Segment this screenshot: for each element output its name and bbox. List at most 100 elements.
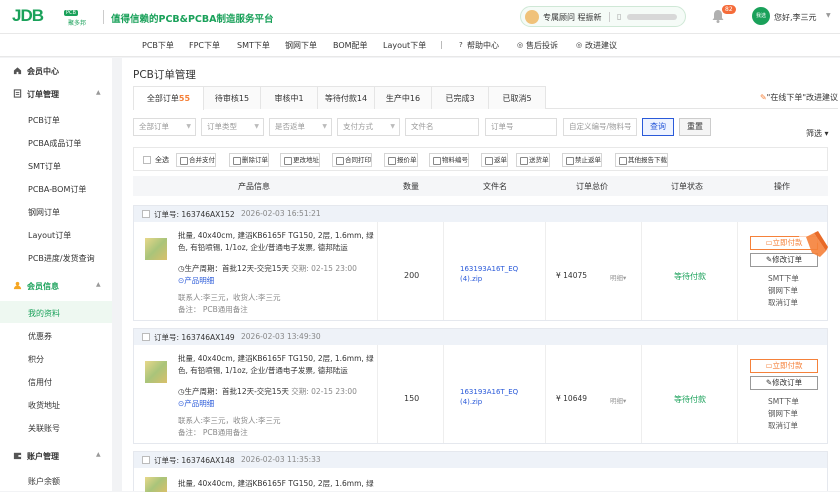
tab-cancelled[interactable]: 已取消5 xyxy=(488,86,546,109)
material-no-button[interactable]: 物料编号 xyxy=(429,153,469,167)
sidebar: 会员中心 订单管理 ▲ PCB订单 PCBA成品订单 SMT订单 PCBA-BO… xyxy=(0,58,112,491)
tab-completed[interactable]: 已完成3 xyxy=(431,86,489,109)
select-all-checkbox[interactable] xyxy=(143,156,151,164)
nav-fpc-order[interactable]: FPC下单 xyxy=(189,40,220,51)
sidebar-item-credit[interactable]: 信用付 xyxy=(28,377,52,388)
nav-smt-order[interactable]: SMT下单 xyxy=(237,40,270,51)
nav-pcb-order[interactable]: PCB下单 xyxy=(142,40,174,51)
pay-now-button[interactable]: ▭立即付款 xyxy=(750,359,818,373)
custom-no-input[interactable]: 自定义编号/物料号 xyxy=(563,118,637,136)
sidebar-item-pcba-bom-order[interactable]: PCBA-BOM订单 xyxy=(28,184,86,195)
cancel-order-link[interactable]: 取消订单 xyxy=(768,420,798,431)
divider xyxy=(737,345,738,443)
sidebar-item-progress-query[interactable]: PCB进度/发货查询 xyxy=(28,253,95,264)
divider: | xyxy=(440,40,443,49)
filename-input[interactable]: 文件名 xyxy=(405,118,479,136)
order-no-input[interactable]: 订单号 xyxy=(485,118,557,136)
sidebar-item-address[interactable]: 收货地址 xyxy=(28,400,60,411)
order-checkbox[interactable] xyxy=(142,333,150,341)
smt-order-link[interactable]: SMT下单 xyxy=(768,396,799,407)
order-card: 订单号: 163746AX149 2026-02-03 13:49:30 批量,… xyxy=(133,328,828,444)
delivery-note-button[interactable]: 送货单 xyxy=(516,153,550,167)
chevron-down-icon: ▼ xyxy=(322,123,327,130)
change-address-button[interactable]: 更改地址 xyxy=(280,153,320,167)
col-quantity: 数量 xyxy=(403,182,419,191)
report-download-button[interactable]: 其他报告下载 xyxy=(615,153,668,167)
delete-order-button[interactable]: 删除订单 xyxy=(229,153,269,167)
avatar[interactable]: 我选 xyxy=(752,7,770,25)
advisor-pill[interactable]: 专属顾问 程振新 ▯ xyxy=(520,6,686,27)
product-spec: 批量, 40x40cm, 建滔KB6165F TG150, 2层, 1.6mm,… xyxy=(178,231,374,252)
select-all-label[interactable]: 全选 xyxy=(155,155,169,165)
tab-pending-review[interactable]: 待审核15 xyxy=(203,86,261,109)
filter-toggle[interactable]: 筛选 ▾ xyxy=(806,128,829,139)
merge-pay-button[interactable]: 合并支付 xyxy=(176,153,216,167)
stencil-order-link[interactable]: 钢网下单 xyxy=(768,408,798,419)
modify-order-button[interactable]: ✎修改订单 xyxy=(750,376,818,390)
quote-button[interactable]: 报价单 xyxy=(384,153,418,167)
sidebar-item-layout-order[interactable]: Layout订单 xyxy=(28,230,71,241)
service-icon: ◎ xyxy=(517,41,524,49)
nav-suggest[interactable]: 改进建议 xyxy=(585,40,617,51)
sidebar-item-coupon[interactable]: 优惠券 xyxy=(28,331,52,342)
payment-method-select[interactable]: 支付方式 ▼ xyxy=(337,118,400,136)
product-detail-link[interactable]: ⊙产品明细 xyxy=(178,398,214,409)
order-scope-select[interactable]: 全部订单 ▼ xyxy=(133,118,196,136)
order-type-select[interactable]: 订单类型 ▼ xyxy=(201,118,264,136)
order-note: 备注： PCB通用备注 xyxy=(178,305,248,314)
file-link[interactable]: 163193A16T_EQ (4).zip xyxy=(460,264,540,284)
sidebar-item-balance[interactable]: 账户余额 xyxy=(28,476,60,487)
reorder-button[interactable]: 返单 xyxy=(481,153,508,167)
order-checkbox[interactable] xyxy=(142,456,150,464)
forbid-reorder-button[interactable]: 禁止返单 xyxy=(562,153,602,167)
stencil-order-link[interactable]: 钢网下单 xyxy=(768,285,798,296)
reset-button[interactable]: 重置 xyxy=(679,118,711,136)
status-badge: 等待付款 xyxy=(674,272,706,281)
tab-all-orders[interactable]: 全部订单55 xyxy=(133,86,204,110)
order-tabs: 全部订单55 待审核15 审核中1 等待付款14 生产中16 已完成3 已取消5… xyxy=(133,86,838,110)
reorder-select[interactable]: 是否返单 ▼ xyxy=(269,118,332,136)
sidebar-member-center[interactable]: 会员中心 xyxy=(0,60,112,82)
col-filename: 文件名 xyxy=(483,182,507,191)
nav-stencil-order[interactable]: 钢网下单 xyxy=(285,40,317,51)
cancel-order-link[interactable]: 取消订单 xyxy=(768,297,798,308)
price-detail-toggle[interactable]: 明细▾ xyxy=(610,272,626,282)
improve-suggestion-link[interactable]: ✎"在线下单"改进建议 xyxy=(760,92,838,103)
sidebar-item-my-profile[interactable]: 我的资料 xyxy=(28,308,60,319)
chevron-down-icon[interactable]: ▼ xyxy=(826,12,831,19)
tab-awaiting-payment[interactable]: 等待付款14 xyxy=(317,86,375,109)
advisor-avatar xyxy=(525,10,539,24)
logo-cn: 聚多邦 xyxy=(68,20,87,27)
user-greeting[interactable]: 您好,李三元 xyxy=(774,12,817,23)
file-link[interactable]: 163193A16T_EQ (4).zip xyxy=(460,387,540,407)
logo[interactable]: JDB PCB 聚多邦 xyxy=(12,6,102,27)
sidebar-item-pcba-order[interactable]: PCBA成品订单 xyxy=(28,138,81,149)
sidebar-item-stencil-order[interactable]: 钢网订单 xyxy=(28,207,60,218)
nav-help[interactable]: 帮助中心 xyxy=(467,40,499,51)
product-detail-link[interactable]: ⊙产品明细 xyxy=(178,275,214,286)
print-contract-button[interactable]: 合同打印 xyxy=(332,153,372,167)
nav-bom-order[interactable]: BOM配单 xyxy=(333,40,368,51)
sidebar-item-pcb-order[interactable]: PCB订单 xyxy=(28,115,60,126)
tab-reviewing[interactable]: 审核中1 xyxy=(260,86,318,109)
card-icon: ▭ xyxy=(765,361,773,370)
nav-layout-order[interactable]: Layout下单 xyxy=(383,40,426,51)
tab-count: 55 xyxy=(178,94,191,103)
tab-in-production[interactable]: 生产中16 xyxy=(374,86,432,109)
order-header: 订单号: 163746AX152 2026-02-03 16:51:21 xyxy=(134,206,827,222)
smt-order-link[interactable]: SMT下单 xyxy=(768,273,799,284)
price-detail-toggle[interactable]: 明细▾ xyxy=(610,395,626,405)
sidebar-item-smt-order[interactable]: SMT订单 xyxy=(28,161,61,172)
query-button[interactable]: 查询 xyxy=(642,118,674,136)
sidebar-item-points[interactable]: 积分 xyxy=(28,354,44,365)
divider xyxy=(737,222,738,320)
sidebar-item-linked-account[interactable]: 关联账号 xyxy=(28,423,60,434)
sidebar-order-group[interactable]: 订单管理 ▲ xyxy=(0,83,112,105)
sidebar-info-group[interactable]: 会员信息 ▲ xyxy=(0,275,112,297)
nav-complaint[interactable]: 售后投诉 xyxy=(526,40,558,51)
order-header: 订单号: 163746AX148 2026-02-03 11:35:33 xyxy=(134,452,827,468)
sidebar-account-group[interactable]: 账户管理 ▲ xyxy=(0,445,112,467)
order-checkbox[interactable] xyxy=(142,210,150,218)
wallet-icon xyxy=(13,452,22,460)
chevron-up-icon: ▲ xyxy=(96,451,101,458)
